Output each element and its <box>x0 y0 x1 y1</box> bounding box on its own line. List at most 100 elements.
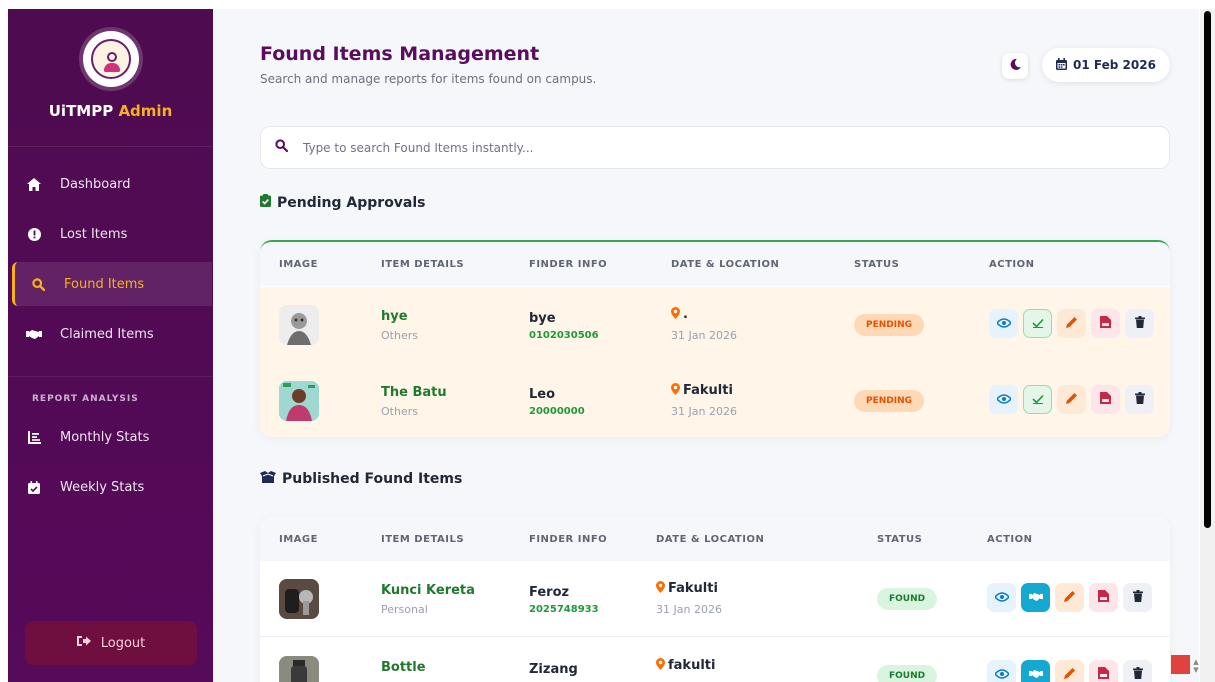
column-header: IMAGE <box>279 259 318 270</box>
item-location: Fakulti <box>671 383 733 398</box>
exclamation-icon <box>24 227 44 241</box>
item-location: fakulti <box>656 658 715 673</box>
calendar-check-icon <box>24 480 44 494</box>
date-text: 01 Feb 2026 <box>1073 58 1156 72</box>
column-header: ACTION <box>989 259 1035 270</box>
claim-button[interactable] <box>1021 660 1050 682</box>
sidebar-item-label: Found Items <box>64 276 145 292</box>
check-icon <box>1031 317 1044 331</box>
pencil-icon <box>1063 590 1076 605</box>
edit-button[interactable] <box>1055 583 1084 612</box>
item-location: Fakulti <box>656 581 718 596</box>
brand-prefix: UiTMPP <box>48 102 114 120</box>
finder-name: Feroz <box>529 585 570 600</box>
finder-phone: 0102030506 <box>529 330 599 341</box>
map-pin-icon <box>656 658 665 673</box>
delete-button[interactable] <box>1125 385 1154 414</box>
item-name: Bottle <box>381 660 426 675</box>
item-name: Kunci Kereta <box>381 583 475 598</box>
item-thumbnail[interactable] <box>279 579 319 619</box>
trash-icon <box>1132 667 1143 682</box>
item-location: . <box>671 307 688 322</box>
location-text: . <box>683 307 688 322</box>
published-heading: Published Found Items <box>260 471 462 487</box>
pdf-button[interactable] <box>1089 583 1118 612</box>
pdf-button[interactable] <box>1089 660 1118 682</box>
pdf-icon <box>1100 392 1111 407</box>
sidebar-item-label: Dashboard <box>60 176 131 192</box>
column-header: ITEM DETAILS <box>381 534 465 545</box>
item-date: 31 Jan 2026 <box>656 603 722 616</box>
location-text: Fakulti <box>668 581 718 596</box>
delete-button[interactable] <box>1123 583 1152 612</box>
edit-button[interactable] <box>1055 660 1084 682</box>
app-window: UiTMPP Admin Dashboard Lost Items Found … <box>8 9 1199 682</box>
delete-button[interactable] <box>1123 660 1152 682</box>
item-thumbnail[interactable] <box>279 381 319 421</box>
main-content: Found Items Management Search and manage… <box>213 9 1199 682</box>
sidebar-item-claimed-items[interactable]: Claimed Items <box>12 312 212 356</box>
eye-icon <box>995 393 1012 407</box>
sidebar-item-monthly-stats[interactable]: Monthly Stats <box>12 415 212 459</box>
sidebar-item-found-items[interactable]: Found Items <box>12 262 212 306</box>
handshake-icon <box>24 329 44 340</box>
status-badge: PENDING <box>854 390 925 412</box>
column-header: FINDER INFO <box>529 534 608 545</box>
claim-button[interactable] <box>1021 583 1050 612</box>
status-badge: FOUND <box>877 665 938 682</box>
sidebar-section-label: REPORT ANALYSIS <box>32 394 139 404</box>
calendar-icon <box>1056 57 1068 73</box>
search-icon <box>275 139 291 156</box>
delete-button[interactable] <box>1125 309 1154 338</box>
search-input[interactable] <box>303 140 1143 155</box>
trash-icon <box>1134 392 1145 407</box>
finder-phone: 20000000 <box>529 406 585 417</box>
sidebar-brand: UiTMPP Admin <box>8 9 213 147</box>
theme-toggle-button[interactable] <box>1002 53 1028 79</box>
edit-button[interactable] <box>1057 385 1086 414</box>
eye-icon <box>995 317 1012 331</box>
sidebar-item-lost-items[interactable]: Lost Items <box>12 212 212 256</box>
sidebar-item-label: Monthly Stats <box>60 429 150 445</box>
view-button[interactable] <box>987 660 1016 682</box>
box-open-icon <box>260 471 276 487</box>
pdf-icon <box>1098 667 1109 682</box>
approve-button[interactable] <box>1023 385 1052 414</box>
sidebar-item-dashboard[interactable]: Dashboard <box>12 162 212 206</box>
page-title: Found Items Management <box>260 43 540 65</box>
view-button[interactable] <box>987 583 1016 612</box>
approve-button[interactable] <box>1023 309 1052 338</box>
table-header: IMAGE ITEM DETAILS FINDER INFO DATE & LO… <box>260 517 1170 561</box>
map-pin-icon <box>656 581 665 596</box>
logout-label: Logout <box>100 635 146 651</box>
pdf-icon <box>1098 590 1109 605</box>
clipboard-check-icon <box>260 194 271 211</box>
row-actions <box>987 660 1152 682</box>
item-thumbnail[interactable] <box>279 656 319 682</box>
view-button[interactable] <box>989 309 1018 338</box>
view-button[interactable] <box>989 385 1018 414</box>
row-actions <box>989 309 1154 338</box>
table-header: IMAGE ITEM DETAILS FINDER INFO DATE & LO… <box>260 242 1170 286</box>
map-pin-icon <box>671 383 680 398</box>
page-scrollbar[interactable] <box>1200 9 1215 682</box>
sidebar-divider <box>8 376 213 377</box>
lost-and-found-logo <box>83 31 139 87</box>
logout-button[interactable]: Logout <box>25 621 197 665</box>
trash-icon <box>1134 316 1145 331</box>
item-name: The Batu <box>381 385 447 400</box>
eye-icon <box>993 591 1010 605</box>
home-icon <box>24 177 44 191</box>
sidebar-item-weekly-stats[interactable]: Weekly Stats <box>12 465 212 509</box>
scrollbar-thumb[interactable] <box>1204 11 1211 528</box>
row-actions <box>987 583 1152 612</box>
pdf-button[interactable] <box>1091 385 1120 414</box>
status-badge: FOUND <box>877 588 938 610</box>
check-icon <box>1031 393 1044 407</box>
scroll-arrows-icon[interactable]: ▲ ▼ <box>1192 658 1200 674</box>
pdf-button[interactable] <box>1091 309 1120 338</box>
floating-widget[interactable] <box>1171 655 1190 674</box>
edit-button[interactable] <box>1057 309 1086 338</box>
item-date: 31 Jan 2026 <box>671 405 737 418</box>
item-thumbnail[interactable] <box>279 305 319 345</box>
